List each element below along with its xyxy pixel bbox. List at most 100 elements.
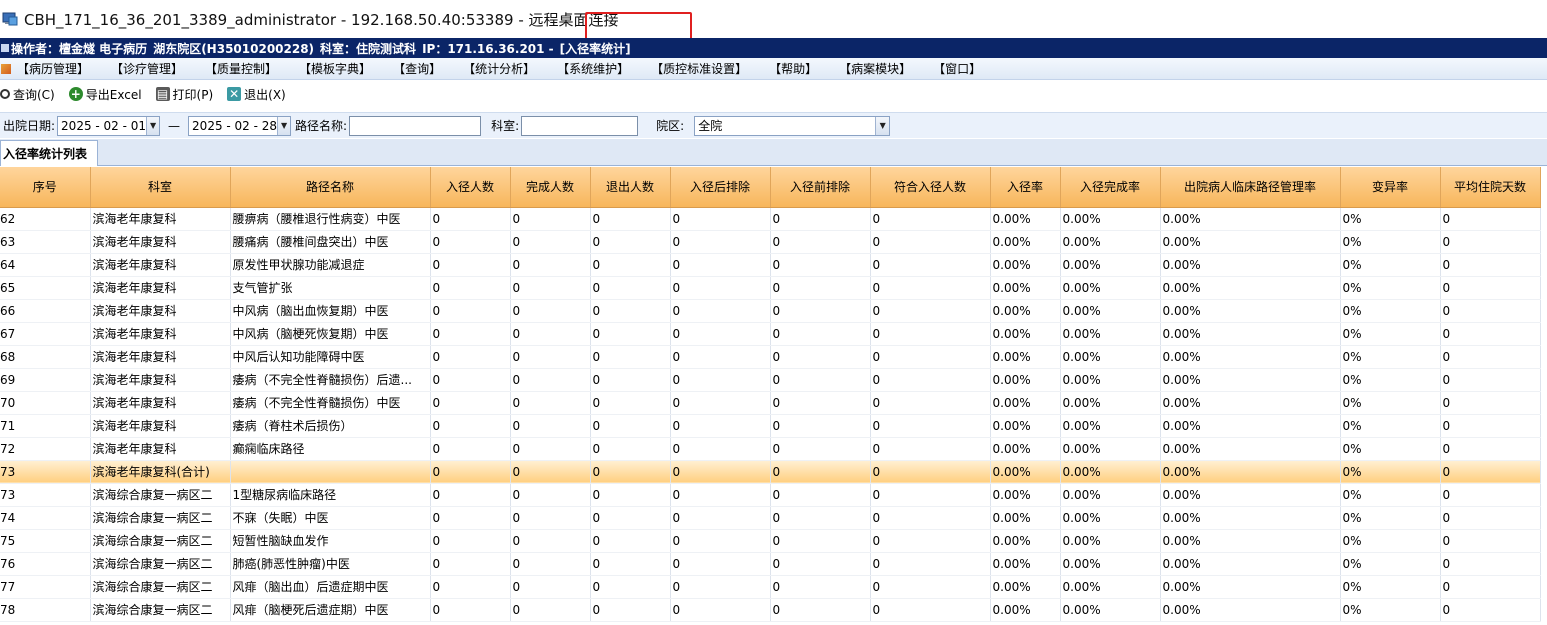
menu-case-module[interactable]: 【病案模块】 [839, 60, 911, 77]
menu-statistics[interactable]: 【统计分析】 [463, 60, 535, 77]
column-header[interactable]: 入径率 [990, 167, 1061, 208]
table-cell: 0 [1440, 368, 1541, 392]
table-row[interactable]: 64 滨海老年康复科 原发性甲状腺功能减退症 0 0 0 0 0 0 0.00% 0.00% 0.00… [0, 253, 1541, 277]
menu-bar: 【病历管理】 【诊疗管理】 【质量控制】 【模板字典】 【查询】 【统计分析】 … [0, 58, 1547, 80]
menu-query[interactable]: 【查询】 [393, 60, 441, 77]
column-header[interactable]: 入径后排除 [670, 167, 771, 208]
table-cell: 0 [590, 322, 671, 346]
column-header[interactable]: 出院病人临床路径管理率 [1160, 167, 1341, 208]
table-cell: 0 [510, 460, 591, 484]
table-row[interactable]: 77 滨海综合康复一病区二 风痱（脑出血）后遗症期中医 0 0 0 0 0 0 0.00% 0.00… [0, 575, 1541, 599]
table-cell: 0 [430, 391, 511, 415]
table-cell: 0 [430, 460, 511, 484]
table-cell: 0% [1340, 529, 1441, 553]
menu-help[interactable]: 【帮助】 [769, 60, 817, 77]
table-cell: 0% [1340, 506, 1441, 530]
table-cell: 0 [870, 575, 991, 599]
table-cell: 0 [510, 575, 591, 599]
chevron-down-icon[interactable]: ▼ [875, 116, 890, 135]
column-header[interactable]: 平均住院天数 [1440, 167, 1541, 208]
table-cell: 0 [670, 230, 771, 254]
table-row[interactable]: 70 滨海老年康复科 痿病（不完全性脊髓损伤）中医 0 0 0 0 0 0 0.00% 0.00% 0… [0, 391, 1541, 415]
table-cell: 0.00% [1160, 529, 1341, 553]
menu-template-dictionary[interactable]: 【模板字典】 [299, 60, 371, 77]
table-row[interactable]: 72 滨海老年康复科 癫痫临床路径 0 0 0 0 0 0 0.00% 0.00% 0.00% 0% 0 [0, 437, 1541, 461]
table-cell: 0.00% [1160, 276, 1341, 300]
table-cell: 0.00% [990, 529, 1061, 553]
table-row[interactable]: 67 滨海老年康复科 中风病（脑梗死恢复期）中医 0 0 0 0 0 0 0.00% 0.00% 0.… [0, 322, 1541, 346]
column-header[interactable]: 入径完成率 [1060, 167, 1161, 208]
exit-button[interactable]: ✕ 退出(X) [227, 86, 286, 103]
table-row[interactable]: 63 滨海老年康复科 腰痛病（腰椎间盘突出）中医 0 0 0 0 0 0 0.00% 0.00% 0.… [0, 230, 1541, 254]
table-cell: 不寐（失眠）中医 [230, 506, 431, 530]
table-cell: 0 [590, 483, 671, 507]
app-menu-icon[interactable] [1, 63, 11, 74]
table-cell: 腰痛病（腰椎间盘突出）中医 [230, 230, 431, 254]
table-cell: 0 [510, 345, 591, 369]
table-row[interactable]: 68 滨海老年康复科 中风后认知功能障碍中医 0 0 0 0 0 0 0.00% 0.00% 0.00… [0, 345, 1541, 369]
query-button[interactable]: 查询(C) [0, 86, 55, 103]
table-cell: 0 [590, 345, 671, 369]
table-cell: 66 [0, 299, 91, 323]
table-cell: 0 [510, 368, 591, 392]
export-excel-button[interactable]: + 导出Excel [68, 86, 142, 103]
table-row[interactable]: 73 滨海综合康复一病区二 1型糖尿病临床路径 0 0 0 0 0 0 0.00% 0.00% 0.0… [0, 483, 1541, 507]
table-cell: 0 [510, 230, 591, 254]
date-to-picker[interactable]: 2025 - 02 - 28 ▼ [188, 115, 292, 136]
table-cell: 肺癌(肺恶性肿瘤)中医 [230, 552, 431, 576]
chevron-down-icon[interactable]: ▼ [146, 116, 160, 135]
table-cell: 0 [670, 575, 771, 599]
table-cell: 0 [510, 598, 591, 622]
menu-qc-standards[interactable]: 【质控标准设置】 [651, 60, 747, 77]
table-cell: 0% [1340, 368, 1441, 392]
column-header[interactable]: 入径人数 [430, 167, 511, 208]
menu-diagnosis[interactable]: 【诊疗管理】 [111, 60, 183, 77]
table-row[interactable]: 69 滨海老年康复科 痿病（不完全性脊髓损伤）后遗... 0 0 0 0 0 0 0.00% 0.0… [0, 368, 1541, 392]
table-cell: 0 [430, 437, 511, 461]
table-row[interactable]: 74 滨海综合康复一病区二 不寐（失眠）中医 0 0 0 0 0 0 0.00% 0.00% 0.00… [0, 506, 1541, 530]
table-cell: 原发性甲状腺功能减退症 [230, 253, 431, 277]
table-row[interactable]: 76 滨海综合康复一病区二 肺癌(肺恶性肿瘤)中医 0 0 0 0 0 0 0.00% 0.00% 0… [0, 552, 1541, 576]
table-row-subtotal[interactable]: 73 滨海老年康复科(合计) 0 0 0 0 0 0 0.00% 0.00% 0.00% 0% 0 [0, 460, 1541, 484]
toolbar: 查询(C) + 导出Excel ▤ 打印(P) ✕ 退出(X) [0, 82, 1547, 106]
column-header[interactable]: 完成人数 [510, 167, 591, 208]
column-header[interactable]: 入径前排除 [770, 167, 871, 208]
path-name-input[interactable] [349, 115, 482, 136]
menu-quality-control[interactable]: 【质量控制】 [205, 60, 277, 77]
print-button[interactable]: ▤ 打印(P) [155, 86, 213, 103]
table-row[interactable]: 62 滨海老年康复科 腰痹病（腰椎退行性病变）中医 0 0 0 0 0 0 0.00% 0.00% 0… [0, 207, 1541, 231]
column-header[interactable]: 退出人数 [590, 167, 671, 208]
table-cell: 滨海老年康复科 [90, 345, 231, 369]
chevron-down-icon[interactable]: ▼ [277, 116, 291, 135]
dept-input[interactable] [521, 115, 639, 136]
table-row[interactable]: 65 滨海老年康复科 支气管扩张 0 0 0 0 0 0 0.00% 0.00% 0.00% 0% 0 [0, 276, 1541, 300]
column-header[interactable]: 变异率 [1340, 167, 1441, 208]
table-cell: 0 [430, 230, 511, 254]
column-header[interactable]: 符合入径人数 [870, 167, 991, 208]
table-cell: 滨海综合康复一病区二 [90, 598, 231, 622]
column-header[interactable]: 序号 [0, 167, 91, 208]
table-cell: 0 [1440, 345, 1541, 369]
menu-medical-records[interactable]: 【病历管理】 [17, 60, 89, 77]
table-cell: 0 [1440, 460, 1541, 484]
column-header[interactable]: 科室 [90, 167, 231, 208]
menu-system-maintenance[interactable]: 【系统维护】 [557, 60, 629, 77]
table-cell: 0 [590, 230, 671, 254]
table-cell: 0 [430, 368, 511, 392]
table-cell: 0 [870, 483, 991, 507]
table-row[interactable]: 78 滨海综合康复一病区二 风痱（脑梗死后遗症期）中医 0 0 0 0 0 0 0.00% 0.00… [0, 598, 1541, 622]
table-cell: 0.00% [1160, 506, 1341, 530]
table-row[interactable]: 66 滨海老年康复科 中风病（脑出血恢复期）中医 0 0 0 0 0 0 0.00% 0.00% 0.… [0, 299, 1541, 323]
table-row[interactable]: 71 滨海老年康复科 痿病（脊柱术后损伤） 0 0 0 0 0 0 0.00% 0.00% 0.00%… [0, 414, 1541, 438]
table-cell: 0 [670, 437, 771, 461]
table-cell: 0 [430, 506, 511, 530]
table-cell: 滨海老年康复科 [90, 276, 231, 300]
menu-window[interactable]: 【窗口】 [933, 60, 981, 77]
column-header[interactable]: 路径名称 [230, 167, 431, 208]
table-row[interactable]: 75 滨海综合康复一病区二 短暂性脑缺血发作 0 0 0 0 0 0 0.00% 0.00% 0.00… [0, 529, 1541, 553]
date-from-picker[interactable]: 2025 - 02 - 01 ▼ [57, 115, 161, 136]
campus-select[interactable]: 全院 ▼ [694, 115, 891, 136]
tab-admission-rate-list[interactable]: 入径率统计列表 [0, 140, 98, 166]
table-cell: 0 [670, 483, 771, 507]
table-cell: 0 [430, 322, 511, 346]
